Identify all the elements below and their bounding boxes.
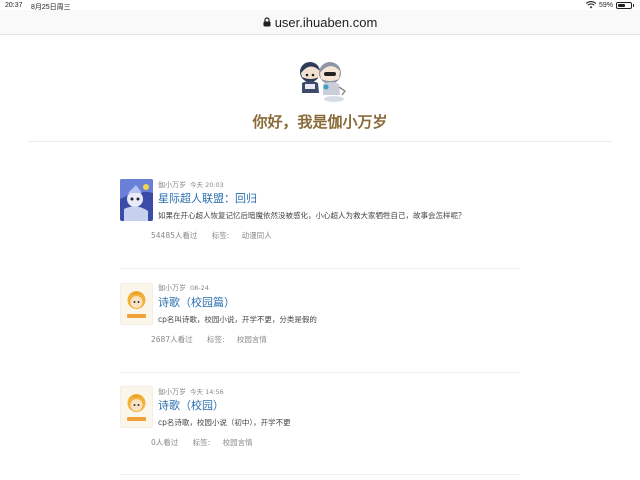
post-stats: 0人看过 标签: 校园言情 <box>151 437 265 448</box>
post-views: 54485人看过 <box>151 231 198 240</box>
post-author[interactable]: 伽小万岁 <box>158 284 186 292</box>
status-right: 59% <box>585 1 634 9</box>
post-tag[interactable]: 校园言情 <box>223 438 253 447</box>
profile-avatar[interactable] <box>293 57 351 103</box>
post-title[interactable]: 星际超人联盟：回归 <box>158 190 257 206</box>
battery-percent: 59% <box>598 1 613 9</box>
wifi-icon <box>585 1 596 9</box>
post-stats: 54485人看过 标签: 动漫同人 <box>151 230 284 241</box>
post-views: 2687人看过 <box>151 335 193 344</box>
post-divider <box>120 372 520 373</box>
post-title[interactable]: 诗歌（校园） <box>158 397 224 413</box>
post-tag[interactable]: 校园言情 <box>237 335 267 344</box>
post-title[interactable]: 诗歌（校园篇） <box>158 294 235 310</box>
battery-fill <box>618 3 626 7</box>
post-meta: 伽小万岁 今天 20:03 <box>158 179 224 190</box>
battery-icon <box>616 1 632 9</box>
post-tag[interactable]: 动漫同人 <box>242 231 272 240</box>
post-date: 08-24 <box>190 284 209 292</box>
post-divider <box>120 268 520 269</box>
status-time: 20:37 <box>5 2 23 9</box>
post-date: 今天 20:03 <box>190 181 224 189</box>
address-bar[interactable]: user.ihuaben.com <box>0 10 640 35</box>
post-divider <box>120 474 520 475</box>
post-meta: 伽小万岁 08-24 <box>158 283 209 293</box>
post-author[interactable]: 伽小万岁 <box>158 181 186 189</box>
post-summary: cp名诗歌，校园小说（初中），开学不更 <box>158 418 291 427</box>
url-text[interactable]: user.ihuaben.com <box>275 15 378 30</box>
post-cover-image[interactable] <box>120 283 153 325</box>
post-stats: 2687人看过 标签: 校园言情 <box>151 334 279 345</box>
post-cover-image[interactable] <box>120 179 153 221</box>
battery-tip <box>633 3 634 7</box>
post-cover-image[interactable] <box>120 386 153 428</box>
post-meta: 伽小万岁 今天 14:56 <box>158 386 224 397</box>
lock-icon <box>263 17 271 27</box>
post-author[interactable]: 伽小万岁 <box>158 388 186 396</box>
post-tag-label: 标签: <box>192 438 211 447</box>
post-summary: 如果在开心超人恢复记忆后暗魔依然没被感化，小心超人为救大家牺牲自己，故事会怎样呢… <box>158 211 466 220</box>
header-divider <box>28 141 612 142</box>
post-views: 0人看过 <box>151 438 179 447</box>
profile-greeting: 你好，我是伽小万岁 <box>252 113 388 131</box>
post-date: 今天 14:56 <box>190 388 224 396</box>
post-summary: cp名叫诗歌，校园小说，开学不更，分类是假的 <box>158 315 317 324</box>
post-tag-label: 标签: <box>211 231 230 240</box>
post-tag-label: 标签: <box>206 335 225 344</box>
